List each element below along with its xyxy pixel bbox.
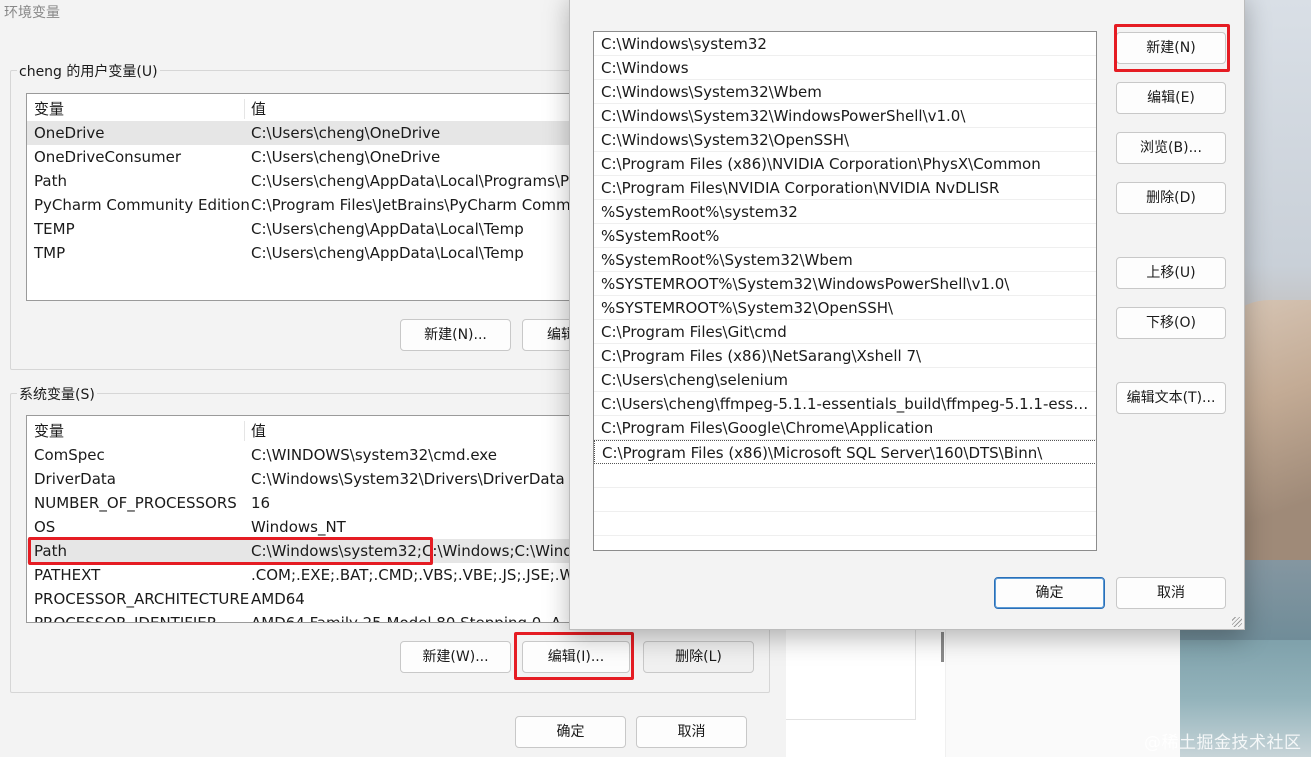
table-row[interactable]: ComSpec C:\WINDOWS\system32\cmd.exe <box>27 443 585 467</box>
list-item[interactable]: %SYSTEMROOT%\System32\WindowsPowerShell\… <box>594 272 1096 296</box>
system-variables-label: 系统变量(S) <box>17 384 97 404</box>
list-item[interactable]: %SystemRoot%\System32\Wbem <box>594 248 1096 272</box>
list-item[interactable]: C:\Windows\system32 <box>594 32 1096 56</box>
table-row[interactable]: PROCESSOR_IDENTIFIER AMD64 Family 25 Mod… <box>27 611 585 622</box>
cancel-button[interactable]: 取消 <box>636 716 747 748</box>
list-item[interactable]: C:\Program Files\Git\cmd <box>594 320 1096 344</box>
list-item[interactable]: C:\Windows\System32\Wbem <box>594 80 1096 104</box>
system-delete-button[interactable]: 删除(L) <box>643 641 754 673</box>
path-browse-button[interactable]: 浏览(B)... <box>1116 132 1226 164</box>
list-item-current[interactable]: C:\Program Files (x86)\Microsoft SQL Ser… <box>594 440 1096 464</box>
system-new-button[interactable]: 新建(W)... <box>400 641 511 673</box>
path-cancel-button[interactable]: 取消 <box>1116 577 1226 609</box>
dialog-title: 环境变量 <box>4 5 60 21</box>
table-row[interactable]: OS Windows_NT <box>27 515 585 539</box>
list-item[interactable]: C:\Windows <box>594 56 1096 80</box>
list-item[interactable]: C:\Users\cheng\ffmpeg-5.1.1-essentials_b… <box>594 392 1096 416</box>
table-row[interactable]: Path C:\Users\cheng\AppData\Local\Progra… <box>27 169 585 193</box>
resize-grip-icon[interactable] <box>1232 617 1242 627</box>
column-header-value[interactable]: 值 <box>251 97 266 121</box>
system-edit-button[interactable]: 编辑(I)... <box>522 641 630 673</box>
path-ok-button[interactable]: 确定 <box>994 577 1105 609</box>
table-row[interactable]: PROCESSOR_ARCHITECTURE AMD64 <box>27 587 585 611</box>
path-edit-text-button[interactable]: 编辑文本(T)... <box>1116 382 1226 414</box>
table-row[interactable]: TMP C:\Users\cheng\AppData\Local\Temp <box>27 241 585 265</box>
user-variables-list[interactable]: 变量 值 OneDrive C:\Users\cheng\OneDrive On… <box>26 93 586 301</box>
table-row[interactable]: DriverData C:\Windows\System32\Drivers\D… <box>27 467 585 491</box>
path-entries-list[interactable]: C:\Windows\system32 C:\Windows C:\Window… <box>593 31 1097 551</box>
list-item-empty[interactable] <box>594 512 1096 536</box>
ok-button[interactable]: 确定 <box>515 716 626 748</box>
list-item[interactable]: C:\Windows\System32\WindowsPowerShell\v1… <box>594 104 1096 128</box>
list-item-empty[interactable] <box>594 464 1096 488</box>
system-variables-list[interactable]: 变量 值 ComSpec C:\WINDOWS\system32\cmd.exe… <box>26 415 586 623</box>
path-move-down-button[interactable]: 下移(O) <box>1116 307 1226 339</box>
list-item[interactable]: C:\Program Files (x86)\NetSarang\Xshell … <box>594 344 1096 368</box>
user-new-button[interactable]: 新建(N)... <box>400 319 511 351</box>
user-variables-label: cheng 的用户变量(U) <box>17 61 160 81</box>
list-header: 变量 值 <box>27 419 585 443</box>
list-item[interactable]: C:\Program Files\NVIDIA Corporation\NVID… <box>594 176 1096 200</box>
path-edit-button[interactable]: 编辑(E) <box>1116 82 1226 114</box>
list-item[interactable]: %SYSTEMROOT%\System32\OpenSSH\ <box>594 296 1096 320</box>
background-window <box>785 620 945 757</box>
list-item[interactable]: C:\Program Files\Google\Chrome\Applicati… <box>594 416 1096 440</box>
scrollbar-thumb[interactable] <box>941 632 944 662</box>
table-row[interactable]: OneDrive C:\Users\cheng\OneDrive <box>27 121 585 145</box>
list-header: 变量 值 <box>27 97 585 121</box>
path-new-button[interactable]: 新建(N) <box>1116 32 1226 64</box>
watermark: @稀土掘金技术社区 <box>1144 733 1302 753</box>
list-item-empty[interactable] <box>594 488 1096 512</box>
column-header-value[interactable]: 值 <box>251 419 266 443</box>
list-item[interactable]: %SystemRoot%\system32 <box>594 200 1096 224</box>
list-item[interactable]: C:\Users\cheng\selenium <box>594 368 1096 392</box>
path-delete-button[interactable]: 删除(D) <box>1116 182 1226 214</box>
table-row[interactable]: NUMBER_OF_PROCESSORS 16 <box>27 491 585 515</box>
list-item[interactable]: C:\Windows\System32\OpenSSH\ <box>594 128 1096 152</box>
list-item[interactable]: %SystemRoot% <box>594 224 1096 248</box>
table-row-path-selected[interactable]: Path C:\Windows\system32;C:\Windows;C:\W… <box>27 539 585 563</box>
list-item[interactable]: C:\Program Files (x86)\NVIDIA Corporatio… <box>594 152 1096 176</box>
path-move-up-button[interactable]: 上移(U) <box>1116 257 1226 289</box>
column-header-variable[interactable]: 变量 <box>34 97 64 121</box>
table-row[interactable]: PyCharm Community Edition C:\Program Fil… <box>27 193 585 217</box>
column-header-variable[interactable]: 变量 <box>34 419 64 443</box>
table-row[interactable]: OneDriveConsumer C:\Users\cheng\OneDrive <box>27 145 585 169</box>
table-row[interactable]: TEMP C:\Users\cheng\AppData\Local\Temp <box>27 217 585 241</box>
table-row[interactable]: PATHEXT .COM;.EXE;.BAT;.CMD;.VBS;.VBE;.J… <box>27 563 585 587</box>
edit-path-dialog: C:\Windows\system32 C:\Windows C:\Window… <box>569 0 1245 630</box>
